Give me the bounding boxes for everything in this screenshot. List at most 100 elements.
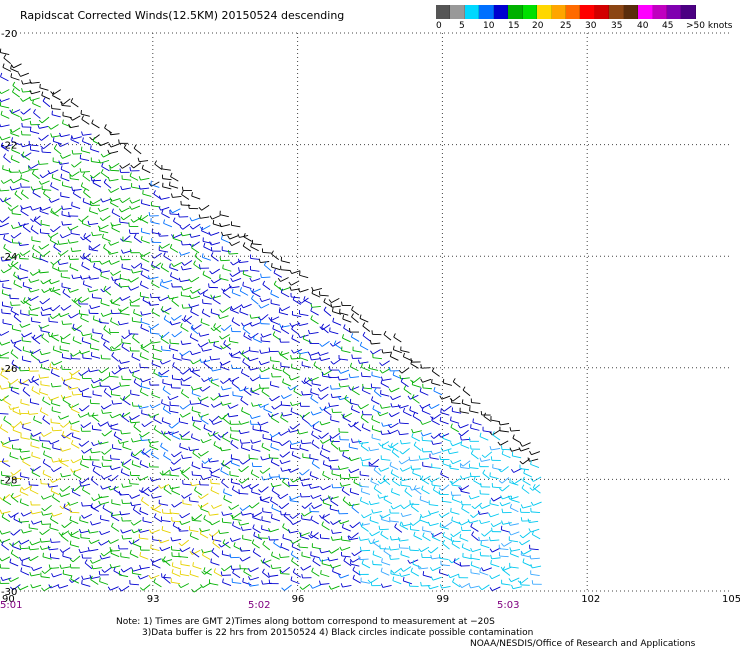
wind-barb	[60, 304, 72, 311]
wind-barb	[29, 120, 40, 126]
wind-barb	[219, 256, 230, 262]
wind-barb	[169, 401, 180, 407]
wind-barb	[267, 572, 279, 577]
wind-barb	[431, 481, 441, 487]
wind-barb	[439, 522, 449, 530]
wind-barb	[351, 550, 363, 557]
wind-barb	[211, 504, 222, 509]
wind-barb	[408, 582, 419, 587]
wind-barb	[327, 556, 339, 562]
wind-barb	[0, 72, 9, 82]
wind-barb	[161, 573, 171, 579]
wind-barb	[99, 215, 111, 222]
wind-barb	[3, 415, 12, 426]
wind-barb	[131, 317, 142, 323]
wind-barb	[30, 225, 39, 235]
wind-barb	[200, 318, 210, 326]
wind-barb	[240, 511, 252, 516]
wind-barb	[240, 303, 252, 309]
wind-barb	[51, 426, 62, 432]
wind-barb	[10, 301, 21, 306]
wind-barb	[301, 414, 310, 425]
wind-barb	[262, 540, 271, 551]
wind-barb	[380, 583, 392, 588]
wind-barb	[221, 478, 229, 489]
wind-barb	[159, 360, 171, 365]
wind-barb	[370, 349, 381, 355]
wind-barb	[130, 520, 142, 526]
wind-barb	[179, 223, 191, 230]
wind-barb	[387, 422, 399, 429]
wind-barb	[131, 449, 143, 457]
wind-barb	[11, 325, 22, 332]
wind-barb	[181, 493, 192, 499]
wind-barb	[197, 289, 209, 295]
wind-barb	[194, 486, 203, 496]
wind-barb	[129, 549, 139, 558]
wind-barb	[210, 294, 222, 299]
wind-barb	[137, 214, 149, 221]
wind-barb	[517, 577, 529, 584]
wind-barb	[422, 461, 432, 468]
wind-barb	[81, 579, 91, 587]
wind-barb	[170, 458, 182, 465]
wind-barb	[119, 274, 130, 281]
wind-barb	[22, 457, 31, 467]
wind-barb	[131, 269, 142, 274]
wind-barb	[119, 510, 130, 516]
wind-barb	[278, 553, 290, 559]
wind-barb	[60, 192, 70, 199]
wind-barb	[240, 526, 252, 531]
wind-barb	[140, 227, 151, 235]
wind-barb	[331, 469, 341, 477]
wind-barb	[189, 570, 199, 578]
wind-barb	[20, 567, 30, 576]
wind-barb	[320, 485, 331, 491]
wind-barb	[353, 421, 362, 432]
wind-barb	[129, 471, 140, 477]
wind-barb	[199, 385, 211, 392]
wind-barb	[191, 514, 203, 521]
wind-barb	[133, 144, 142, 155]
wind-barb	[293, 387, 302, 397]
wind-barb	[10, 63, 22, 69]
wind-barb	[48, 198, 60, 203]
wind-barb	[19, 323, 31, 328]
wind-barb	[269, 395, 280, 402]
wind-barb	[180, 380, 191, 387]
wind-barb	[59, 154, 71, 159]
wind-barb	[139, 387, 149, 397]
wind-barb	[189, 233, 201, 238]
wind-barb	[28, 545, 39, 551]
wind-barb	[309, 339, 320, 345]
wind-barb	[169, 407, 179, 414]
wind-barb	[239, 307, 249, 316]
wind-barb	[52, 286, 61, 296]
wind-barb	[100, 550, 112, 557]
wind-barb	[69, 555, 81, 563]
wind-barb	[450, 416, 460, 424]
wind-barb	[459, 407, 469, 414]
wind-barb	[33, 415, 42, 424]
wind-barb	[10, 529, 21, 536]
wind-barb	[139, 363, 150, 369]
wind-barb	[338, 369, 350, 374]
wind-barb	[98, 375, 110, 382]
wind-barb	[123, 144, 132, 154]
wind-barb	[258, 303, 270, 309]
wind-barb	[221, 511, 233, 516]
wind-barb	[50, 133, 61, 138]
wind-barb	[349, 488, 360, 496]
wind-barb	[310, 394, 319, 404]
wind-barb	[20, 399, 30, 406]
wind-barb	[529, 554, 540, 560]
wind-barb	[280, 394, 292, 399]
wind-barb	[279, 286, 291, 292]
wind-barb	[138, 431, 150, 438]
wind-barb	[389, 366, 400, 372]
wind-barb	[201, 568, 212, 575]
wind-barb	[413, 485, 422, 495]
wind-barb	[1, 301, 12, 308]
wind-barb	[373, 484, 382, 495]
wind-barb	[220, 466, 229, 476]
